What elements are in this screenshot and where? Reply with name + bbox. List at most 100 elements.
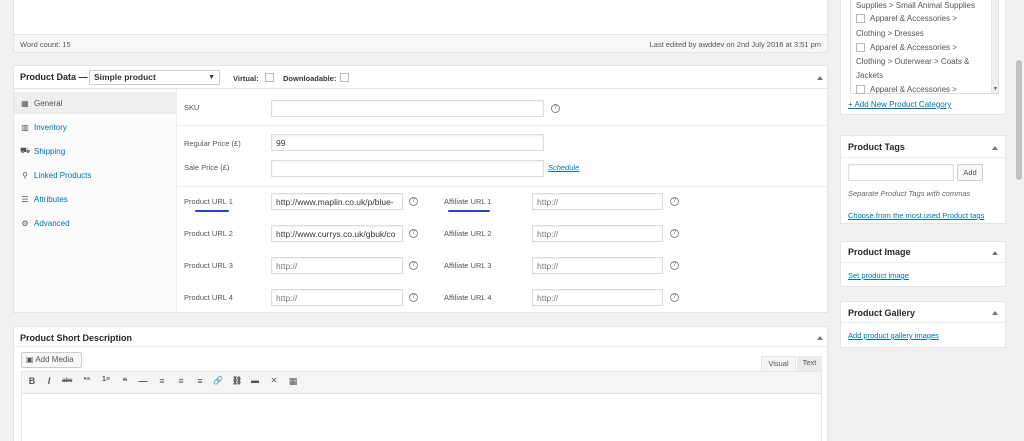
tag-hint: Separate Product Tags with commas bbox=[848, 189, 971, 198]
add-media-button[interactable]: ▣ Add Media bbox=[21, 352, 82, 368]
affiliate-url-4-input[interactable] bbox=[532, 289, 663, 306]
regular-price-input[interactable] bbox=[271, 134, 544, 151]
product-url-4-label: Product URL 4 bbox=[184, 293, 233, 302]
virtual-label: Virtual: bbox=[233, 74, 259, 83]
tab-general[interactable]: ▦ General bbox=[14, 92, 177, 114]
gear-icon: ⚙ bbox=[21, 218, 29, 228]
collapse-arrow-icon[interactable] bbox=[992, 251, 998, 255]
affiliate-url-4-label: Affiliate URL 4 bbox=[444, 293, 492, 302]
help-icon[interactable]: ? bbox=[409, 229, 418, 238]
collapse-arrow-icon[interactable] bbox=[817, 336, 823, 340]
category-item-text: Jackets bbox=[856, 71, 884, 80]
divider bbox=[14, 346, 827, 347]
add-tag-button[interactable]: Add bbox=[957, 164, 983, 181]
strikethrough-button[interactable]: abc bbox=[62, 378, 72, 384]
fullscreen-button[interactable]: ✕ bbox=[269, 376, 279, 385]
bold-button[interactable]: B bbox=[27, 376, 37, 386]
category-checkbox[interactable] bbox=[856, 85, 865, 94]
product-data-panel: Product Data — Simple product ▼ Virtual:… bbox=[13, 65, 828, 313]
divider bbox=[841, 262, 1005, 263]
add-media-label: Add Media bbox=[35, 355, 74, 364]
product-data-tabs: ▦ General ▥ Inventory ⛟ Shipping ⚲ Linke… bbox=[14, 89, 177, 312]
help-icon[interactable]: ? bbox=[670, 229, 679, 238]
tab-advanced[interactable]: ⚙ Advanced bbox=[14, 212, 177, 234]
tag-input[interactable] bbox=[848, 164, 954, 181]
collapse-arrow-icon[interactable] bbox=[817, 76, 823, 80]
help-icon[interactable]: ? bbox=[409, 197, 418, 206]
product-url-1-label: Product URL 1 bbox=[184, 197, 233, 206]
product-url-2-input[interactable] bbox=[271, 225, 403, 242]
help-icon[interactable]: ? bbox=[409, 293, 418, 302]
category-checkbox[interactable] bbox=[856, 43, 865, 52]
tab-attributes[interactable]: ☰ Attributes bbox=[14, 188, 177, 210]
tab-inventory[interactable]: ▥ Inventory bbox=[14, 116, 177, 138]
category-checkbox[interactable] bbox=[856, 14, 865, 23]
tab-label: General bbox=[34, 98, 63, 108]
help-icon[interactable]: ? bbox=[670, 293, 679, 302]
tab-label: Attributes bbox=[34, 194, 68, 204]
sale-price-input[interactable] bbox=[271, 160, 544, 177]
sku-input[interactable] bbox=[271, 100, 544, 117]
media-icon: ▣ bbox=[26, 355, 34, 364]
editor-body[interactable] bbox=[21, 394, 822, 441]
add-new-category-link[interactable]: + Add New Product Category bbox=[848, 100, 951, 109]
affiliate-url-3-input[interactable] bbox=[532, 257, 663, 274]
tab-linked-products[interactable]: ⚲ Linked Products bbox=[14, 164, 177, 186]
divider bbox=[177, 186, 827, 187]
product-url-1-input[interactable] bbox=[271, 193, 403, 210]
set-product-image-link[interactable]: Set product image bbox=[848, 271, 909, 280]
annotation-underline bbox=[195, 210, 229, 212]
list-icon: ☰ bbox=[21, 194, 29, 204]
horizontal-line-button[interactable]: — bbox=[138, 376, 148, 386]
product-image-panel: Product Image Set product image bbox=[840, 241, 1006, 287]
help-icon[interactable]: ? bbox=[670, 197, 679, 206]
category-item-text: Apparel & Accessories > bbox=[870, 43, 957, 52]
tab-text[interactable]: Text bbox=[797, 356, 822, 371]
sale-price-label: Sale Price (£) bbox=[184, 163, 230, 172]
add-gallery-images-link[interactable]: Add product gallery images bbox=[848, 331, 939, 340]
align-right-button[interactable]: ≡ bbox=[195, 376, 205, 386]
tab-shipping[interactable]: ⛟ Shipping bbox=[14, 140, 177, 162]
toolbar-toggle-button[interactable]: ▦ bbox=[288, 376, 298, 387]
virtual-checkbox[interactable] bbox=[265, 73, 274, 82]
collapse-arrow-icon[interactable] bbox=[992, 146, 998, 150]
affiliate-url-3-label: Affiliate URL 3 bbox=[444, 261, 492, 270]
insert-link-button[interactable]: 🔗 bbox=[213, 376, 223, 385]
choose-tags-link[interactable]: Choose from the most used Product tags bbox=[848, 211, 984, 220]
content-editor[interactable]: Word count: 15 Last edited by awddev on … bbox=[13, 0, 828, 53]
affiliate-url-2-input[interactable] bbox=[532, 225, 663, 242]
collapse-arrow-icon[interactable] bbox=[992, 311, 998, 315]
tab-visual[interactable]: Visual bbox=[761, 356, 796, 371]
product-url-2-label: Product URL 2 bbox=[184, 229, 233, 238]
product-url-4-input[interactable] bbox=[271, 289, 403, 306]
read-more-button[interactable]: ▬ bbox=[250, 376, 260, 385]
product-url-3-input[interactable] bbox=[271, 257, 403, 274]
help-icon[interactable]: ? bbox=[409, 261, 418, 270]
product-image-title: Product Image bbox=[848, 247, 911, 257]
page-scrollbar-thumb[interactable] bbox=[1016, 60, 1022, 180]
align-center-button[interactable]: ≡ bbox=[176, 376, 186, 386]
help-icon[interactable]: ? bbox=[670, 261, 679, 270]
blockquote-button[interactable]: ❝ bbox=[120, 376, 130, 387]
downloadable-checkbox[interactable] bbox=[340, 73, 349, 82]
word-count: Word count: 15 bbox=[20, 40, 71, 49]
product-gallery-title: Product Gallery bbox=[848, 308, 916, 318]
product-tags-panel: Product Tags Add Separate Product Tags w… bbox=[840, 135, 1006, 224]
affiliate-url-1-input[interactable] bbox=[532, 193, 663, 210]
category-item-text: Supplies > Small Animal Supplies bbox=[856, 1, 975, 10]
scrollbar[interactable]: ▼ bbox=[991, 0, 998, 93]
page-scrollbar[interactable] bbox=[1014, 0, 1024, 441]
help-icon[interactable]: ? bbox=[551, 104, 560, 113]
unlink-button[interactable]: ⛓ bbox=[232, 376, 242, 385]
editor-status-bar: Word count: 15 Last edited by awddev on … bbox=[14, 34, 827, 52]
sku-label: SKU bbox=[184, 103, 200, 112]
schedule-link[interactable]: Schedule bbox=[548, 163, 579, 172]
product-type-value: Simple product bbox=[94, 72, 156, 82]
italic-button[interactable]: I bbox=[44, 376, 54, 386]
scroll-down-icon[interactable]: ▼ bbox=[993, 86, 998, 92]
numbered-list-button[interactable]: 1≡ bbox=[101, 376, 111, 383]
product-type-select[interactable]: Simple product ▼ bbox=[89, 70, 220, 85]
product-tags-title: Product Tags bbox=[848, 142, 905, 152]
align-left-button[interactable]: ≡ bbox=[157, 376, 167, 386]
bullet-list-button[interactable]: •≡ bbox=[82, 376, 92, 383]
